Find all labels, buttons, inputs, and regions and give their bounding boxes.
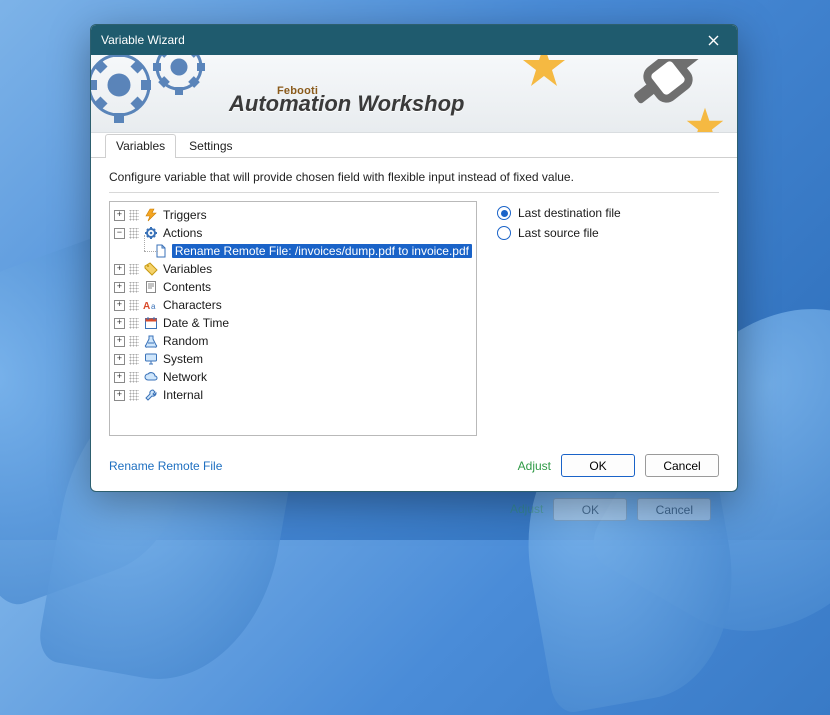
tree-label: Actions [163,226,202,240]
calendar-icon [143,315,159,331]
tree-label: Date & Time [163,316,229,330]
close-icon [708,35,719,46]
titlebar[interactable]: Variable Wizard [91,25,737,55]
page-icon [143,279,159,295]
radio-label: Last destination file [518,206,621,220]
banner: Febooti Automation Workshop [91,55,737,133]
tree-label: Internal [163,388,203,402]
cloud-icon [143,369,159,385]
adjust-link[interactable]: Adjust [518,459,551,473]
radio-last-source[interactable]: Last source file [497,223,719,243]
ghost-adjust: Adjust [510,498,543,521]
tree-label: Triggers [163,208,207,222]
window-title: Variable Wizard [101,33,699,47]
characters-icon: Aa [143,297,159,313]
tree-item-characters[interactable]: + Aa Characters [112,296,474,314]
tree-item-system[interactable]: + System [112,350,474,368]
tree-label: Random [163,334,208,348]
expand-icon[interactable]: + [114,318,125,329]
tree-item-variables[interactable]: + Variables [112,260,474,278]
tree-label: Variables [163,262,212,276]
tree: + Triggers − Actions Rename Remote File:… [112,206,474,404]
tab-settings[interactable]: Settings [178,134,243,158]
gears-art [91,55,241,133]
instruction-text: Configure variable that will provide cho… [109,168,719,193]
ghost-cancel: Cancel [637,498,711,521]
cancel-button[interactable]: Cancel [645,454,719,477]
monitor-icon [143,351,159,367]
status-link[interactable]: Rename Remote File [109,459,222,473]
flask-icon [143,333,159,349]
star-icon [521,55,567,89]
wrench-icon [143,387,159,403]
expand-icon[interactable]: + [114,390,125,401]
ghost-ok: OK [553,498,627,521]
brand: Febooti Automation Workshop [229,85,464,117]
tree-item-rename-remote-file[interactable]: Rename Remote File: /invoices/dump.pdf t… [112,242,474,260]
radio-pane: Last destination file Last source file [497,201,719,436]
ok-button[interactable]: OK [561,454,635,477]
dialog-footer: Rename Remote File Adjust OK Cancel [91,444,737,491]
lightning-icon [143,207,159,223]
variable-wizard-dialog: Variable Wizard Febooti Automation Works… [90,24,738,492]
tree-label: Network [163,370,207,384]
tag-icon [143,261,159,277]
tree-item-triggers[interactable]: + Triggers [112,206,474,224]
tree-pane[interactable]: + Triggers − Actions Rename Remote File:… [109,201,477,436]
expand-icon[interactable]: + [114,264,125,275]
collapse-icon[interactable]: − [114,228,125,239]
tree-label: Contents [163,280,211,294]
radio-icon[interactable] [497,226,511,240]
expand-icon[interactable]: + [114,210,125,221]
background-dialog-footer: Adjust OK Cancel [510,498,711,521]
tree-label: System [163,352,203,366]
tree-item-actions[interactable]: − Actions [112,224,474,242]
wand-icon [589,59,699,133]
expand-icon[interactable]: + [114,300,125,311]
tree-item-contents[interactable]: + Contents [112,278,474,296]
tree-label-selected: Rename Remote File: /invoices/dump.pdf t… [172,244,472,258]
product-name: Automation Workshop [229,91,464,117]
close-button[interactable] [699,30,727,50]
radio-last-destination[interactable]: Last destination file [497,203,719,223]
expand-icon[interactable]: + [114,336,125,347]
expand-icon[interactable]: + [114,282,125,293]
tab-strip: Variables Settings [91,133,737,158]
tree-item-network[interactable]: + Network [112,368,474,386]
expand-icon[interactable]: + [114,354,125,365]
radio-label: Last source file [518,226,599,240]
tree-item-internal[interactable]: + Internal [112,386,474,404]
svg-text:a: a [151,302,156,311]
content-area: Configure variable that will provide cho… [91,158,737,444]
tree-item-random[interactable]: + Random [112,332,474,350]
radio-icon[interactable] [497,206,511,220]
svg-text:A: A [143,301,150,312]
tab-variables[interactable]: Variables [105,134,176,158]
tree-item-datetime[interactable]: + Date & Time [112,314,474,332]
panes: + Triggers − Actions Rename Remote File:… [109,201,719,436]
tree-label: Characters [163,298,222,312]
expand-icon[interactable]: + [114,372,125,383]
